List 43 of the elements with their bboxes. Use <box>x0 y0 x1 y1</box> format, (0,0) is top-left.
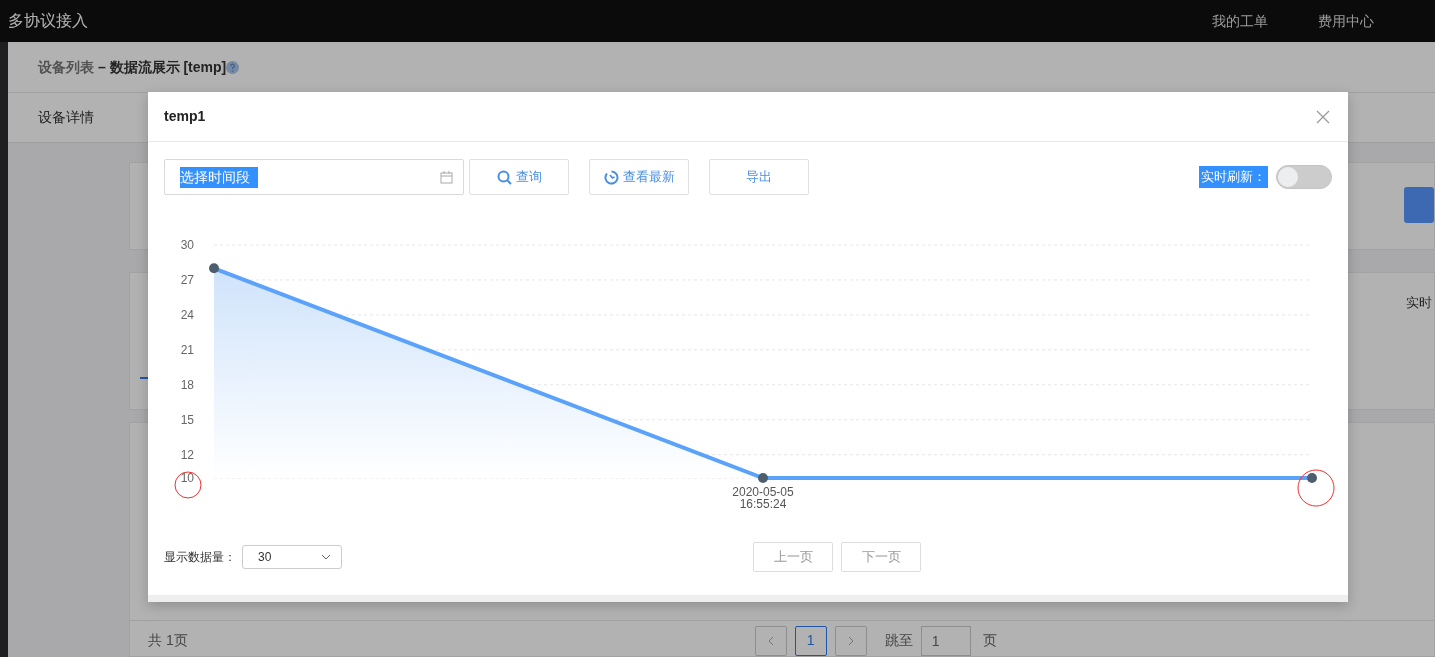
action-button[interactable] <box>1404 187 1434 223</box>
refresh-icon <box>603 169 619 185</box>
axis-tick-label: 18 <box>180 377 194 392</box>
chevron-right-icon <box>846 634 855 647</box>
axis-tick-label: 24 <box>180 307 194 322</box>
jump-suffix: 页 <box>982 631 997 650</box>
caret-icon <box>321 554 331 560</box>
help-icon <box>226 60 240 74</box>
breadcrumb: 设备列表 – 数据流展示 [temp] <box>38 57 227 77</box>
chevron-left-icon <box>766 634 775 647</box>
axis-tick-label: 10 <box>180 471 194 485</box>
prev-page-button[interactable] <box>754 625 787 656</box>
nav-link[interactable]: 我的工单 <box>1212 10 1268 32</box>
close-icon[interactable] <box>1316 109 1330 124</box>
axis-tick-label: 12 <box>180 447 194 462</box>
data-point <box>758 473 768 483</box>
toolbar-button[interactable]: 查询 <box>469 159 569 195</box>
count-label: 显示数据量： <box>164 549 236 566</box>
count-select[interactable]: 30 <box>242 545 342 569</box>
axis-tick-label: 2020-05-05 16:55:24 <box>732 485 794 511</box>
data-point <box>1307 473 1317 483</box>
axis-tick-label: 27 <box>180 272 194 287</box>
dialog-title: temp1 <box>164 107 206 126</box>
toolbar-button[interactable]: 导出 <box>709 159 809 195</box>
toggle-label: 实时刷新： <box>1199 166 1268 188</box>
field-label: 实时 <box>1406 294 1432 312</box>
data-point <box>209 263 219 274</box>
date-range-field[interactable]: 选择时间段 <box>164 159 464 195</box>
calendar-icon <box>440 170 453 184</box>
page-jump-field[interactable]: 1 <box>920 625 971 656</box>
next-page-button[interactable] <box>834 625 867 656</box>
page-number-button[interactable]: 1 <box>794 625 827 656</box>
jump-label: 跳至 <box>884 631 913 650</box>
page-tab[interactable]: 设备详情 <box>38 107 94 128</box>
page-total: 共 1页 <box>148 631 188 650</box>
axis-tick-label: 21 <box>180 342 194 357</box>
axis-tick-label: 15 <box>180 412 194 427</box>
axis-tick-label: 30 <box>180 238 194 252</box>
toolbar-button[interactable]: 查看最新 <box>589 159 689 195</box>
nav-link[interactable]: 费用中心 <box>1318 10 1374 32</box>
live-refresh-toggle[interactable] <box>1276 165 1332 189</box>
search-icon <box>496 169 512 185</box>
app-title: 多协议接入 <box>7 11 88 31</box>
